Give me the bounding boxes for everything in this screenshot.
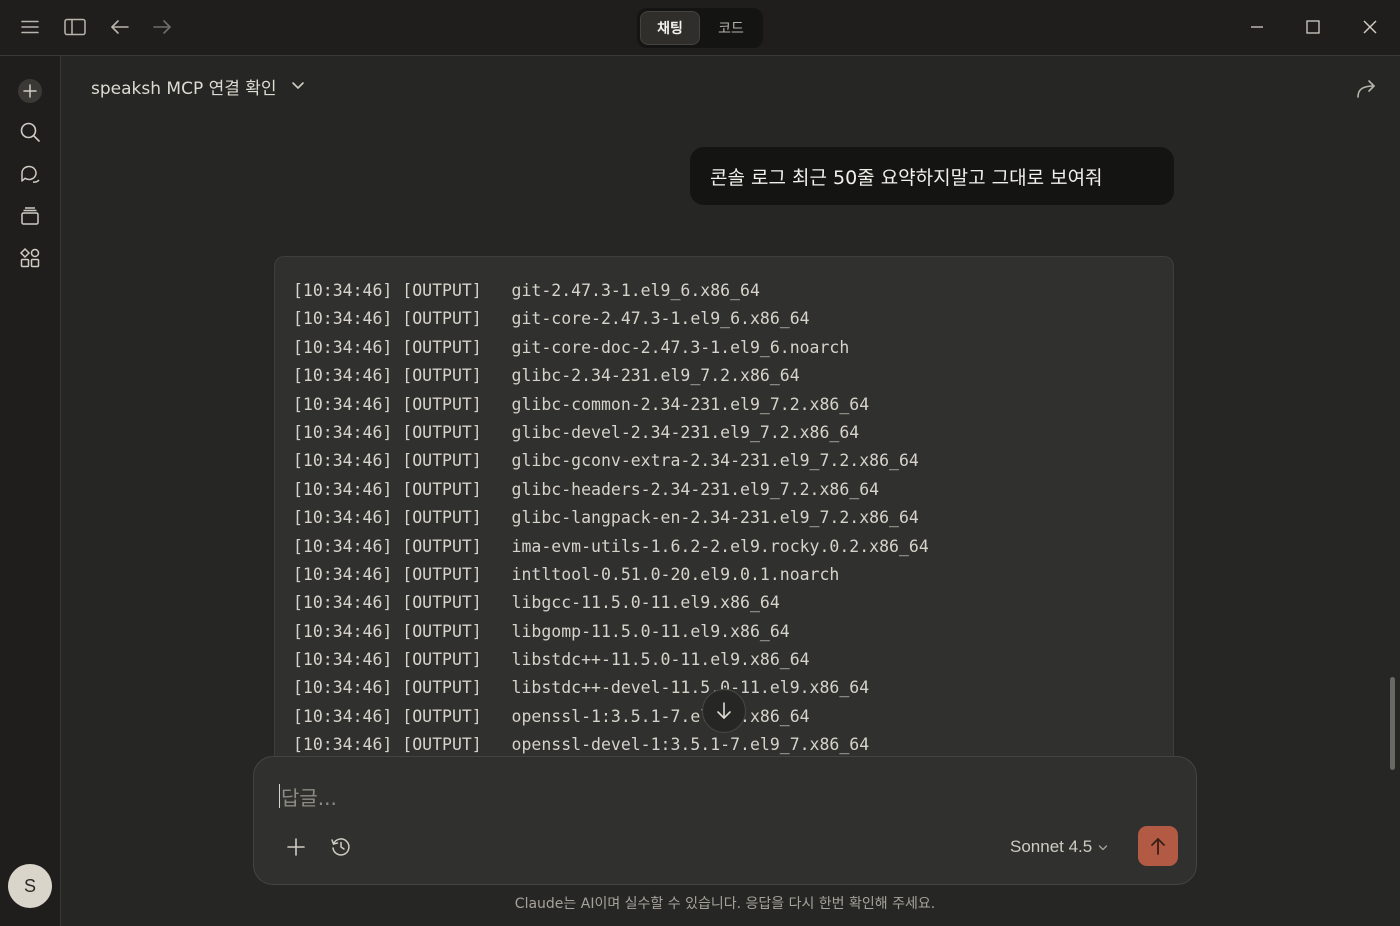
maximize-icon[interactable] — [1300, 14, 1326, 40]
user-message-bubble: 콘솔 로그 최근 50줄 요약하지말고 그대로 보여줘 — [690, 147, 1174, 205]
model-selector[interactable]: Sonnet 4.5 — [1010, 835, 1108, 859]
chats-icon[interactable] — [16, 160, 44, 188]
conversation-title: speaksh MCP 연결 확인 — [91, 78, 277, 99]
share-icon[interactable] — [1352, 76, 1380, 102]
reply-input[interactable]: 답글... — [279, 779, 979, 813]
user-message-text: 콘솔 로그 최근 50줄 요약하지말고 그대로 보여줘 — [710, 166, 1103, 189]
artifacts-icon[interactable] — [16, 244, 44, 272]
code-line: [10:34:46] [OUTPUT] glibc-common-2.34-23… — [293, 394, 870, 414]
plus-icon — [18, 79, 42, 103]
history-clock-icon[interactable] — [327, 833, 355, 861]
arrow-down-icon — [717, 702, 731, 719]
code-line: [10:34:46] [OUTPUT] ima-evm-utils-1.6.2-… — [293, 536, 929, 556]
code-line: [10:34:46] [OUTPUT] git-2.47.3-1.el9_6.x… — [293, 281, 760, 300]
tab-code[interactable]: 코드 — [702, 11, 760, 45]
tab-chat[interactable]: 채팅 — [640, 11, 700, 45]
code-line: [10:34:46] [OUTPUT] libgomp-11.5.0-11.el… — [293, 621, 790, 641]
title-bar: 채팅 코드 — [0, 0, 1400, 56]
attach-plus-icon[interactable] — [282, 833, 310, 861]
app-window: 채팅 코드 S speaksh MCP 연결 확인 콘솔 로그 최근 50줄 요… — [0, 0, 1400, 926]
forward-arrow-icon[interactable] — [149, 14, 175, 40]
search-icon[interactable] — [16, 118, 44, 146]
code-line: [10:34:46] [OUTPUT] glibc-headers-2.34-2… — [293, 479, 880, 499]
code-lines: [10:34:46] [OUTPUT] git-2.47.3-1.el9_6.x… — [293, 277, 929, 760]
code-line: [10:34:46] [OUTPUT] git-core-2.47.3-1.el… — [293, 309, 810, 329]
chevron-down-icon — [1098, 837, 1108, 857]
code-line: [10:34:46] [OUTPUT] libgcc-11.5.0-11.el9… — [293, 593, 780, 613]
model-name: Sonnet 4.5 — [1010, 837, 1093, 856]
projects-icon[interactable] — [16, 202, 44, 230]
sidebar-toggle-icon[interactable] — [62, 14, 88, 40]
code-line: [10:34:46] [OUTPUT] libstdc++-11.5.0-11.… — [293, 650, 810, 670]
code-line: [10:34:46] [OUTPUT] intltool-0.51.0-20.e… — [293, 564, 840, 584]
minimize-icon[interactable] — [1244, 14, 1270, 40]
new-chat-button[interactable] — [16, 77, 44, 105]
code-line: [10:34:46] [OUTPUT] glibc-2.34-231.el9_7… — [293, 366, 800, 386]
reply-input-placeholder: 답글... — [281, 785, 337, 810]
code-line: [10:34:46] [OUTPUT] openssl-1:3.5.1-7.el… — [293, 706, 810, 726]
disclaimer-text: Claude는 AI이며 실수할 수 있습니다. 응답을 다시 한번 확인해 주… — [514, 896, 936, 912]
code-line: [10:34:46] [OUTPUT] glibc-gconv-extra-2.… — [293, 451, 919, 471]
code-line: [10:34:46] [OUTPUT] libstdc++-devel-11.5… — [293, 678, 870, 698]
menu-icon[interactable] — [17, 14, 43, 40]
sidebar: S — [0, 56, 61, 926]
send-button[interactable] — [1138, 826, 1178, 866]
code-line: [10:34:46] [OUTPUT] glibc-langpack-en-2.… — [293, 508, 919, 528]
code-line: [10:34:46] [OUTPUT] glibc-devel-2.34-231… — [293, 422, 860, 442]
code-line: [10:34:46] [OUTPUT] git-core-doc-2.47.3-… — [293, 337, 850, 357]
back-arrow-icon[interactable] — [107, 14, 133, 40]
mode-toggle: 채팅 코드 — [637, 8, 763, 48]
conversation-title-dropdown[interactable]: speaksh MCP 연결 확인 — [91, 73, 305, 99]
composer: 답글... Sonnet 4.5 — [253, 756, 1197, 885]
scroll-to-bottom-button[interactable] — [702, 689, 746, 733]
arrow-up-icon — [1151, 838, 1165, 855]
chevron-down-icon — [291, 76, 305, 96]
text-caret — [279, 784, 280, 808]
close-icon[interactable] — [1357, 14, 1383, 40]
page-scrollbar[interactable] — [1390, 677, 1395, 770]
